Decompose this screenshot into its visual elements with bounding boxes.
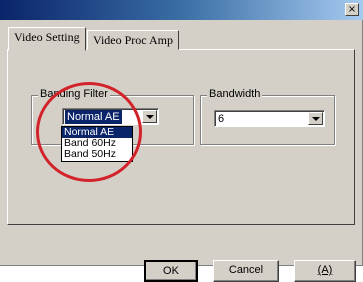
ok-button[interactable]: OK [144,260,198,282]
tab-video-proc-amp[interactable]: Video Proc Amp [87,30,179,50]
tab-panel: Banding Filter Normal AE Bandwidth 6 [7,49,355,225]
banding-filter-combo[interactable]: Normal AE [62,108,159,125]
banding-filter-label: Banding Filter [38,88,110,100]
cancel-button[interactable]: Cancel [213,260,279,282]
tab-video-setting[interactable]: Video Setting [8,27,86,51]
apply-button[interactable]: (A) [294,260,356,282]
chevron-down-icon[interactable] [308,112,323,125]
dropdown-option-band-50hz[interactable]: Band 50Hz [62,149,132,160]
bandwidth-combo[interactable]: 6 [214,110,325,127]
bandwidth-value: 6 [218,113,225,125]
banding-filter-value: Normal AE [65,110,122,124]
close-button[interactable]: × [345,3,359,16]
banding-filter-dropdown-list: Normal AE Band 60Hz Band 50Hz [61,126,133,162]
chevron-down-icon[interactable] [142,110,157,123]
bandwidth-label: Bandwidth [207,88,263,100]
dialog-window: Video Setting Video Proc Amp Banding Fil… [0,20,363,282]
title-bar: × [0,0,363,20]
